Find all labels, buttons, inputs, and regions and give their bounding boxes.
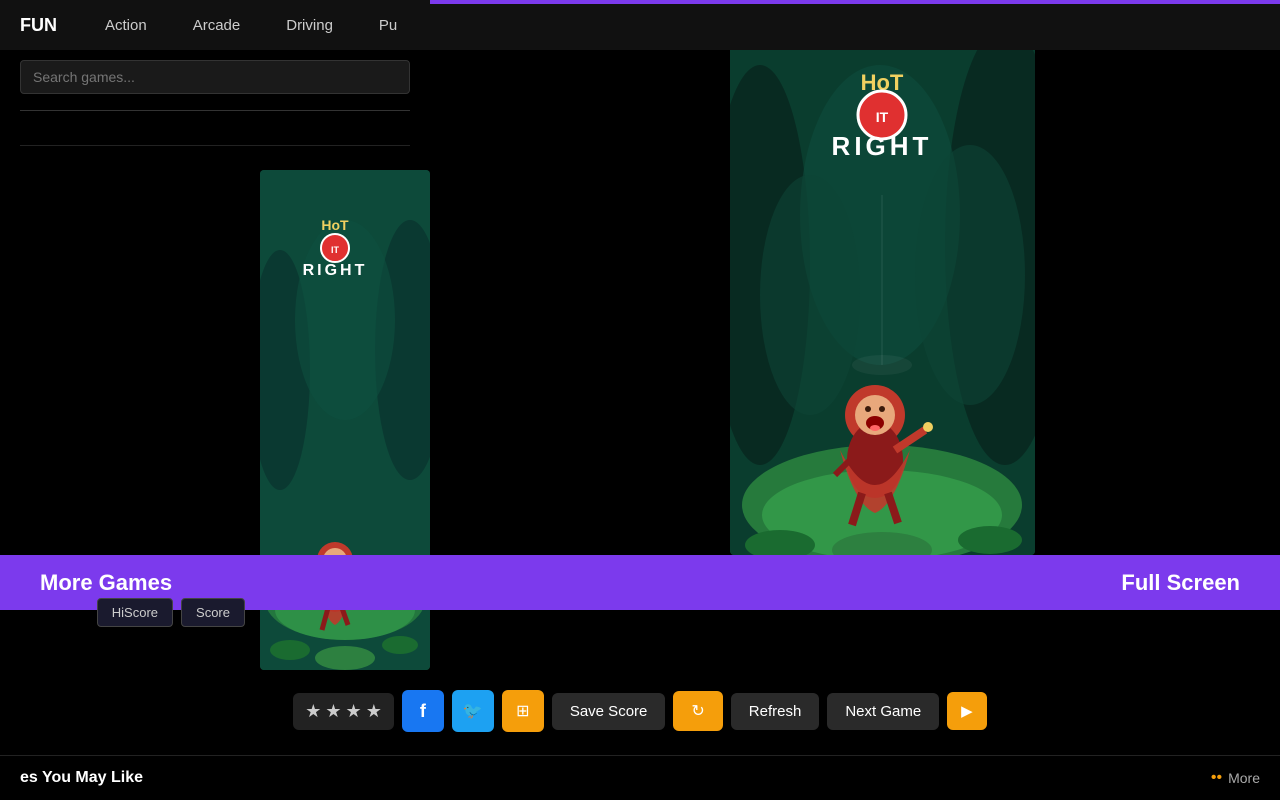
facebook-icon: f bbox=[420, 701, 426, 722]
divider-2 bbox=[20, 145, 410, 146]
facebook-button[interactable]: f bbox=[402, 690, 444, 732]
score-pill-1: HiScore bbox=[97, 598, 173, 627]
score-icon-button[interactable]: ⊞ bbox=[502, 690, 544, 732]
search-area bbox=[0, 50, 430, 104]
svg-text:HoT: HoT bbox=[861, 70, 904, 95]
full-screen-label: Full Screen bbox=[1121, 570, 1240, 596]
twitter-button[interactable]: 🐦 bbox=[452, 690, 494, 732]
refresh-icon-button[interactable]: ↻ bbox=[673, 691, 722, 731]
refresh-icon: ↻ bbox=[691, 701, 704, 721]
more-link[interactable]: •• More bbox=[1211, 769, 1260, 787]
nav-item-puzzle[interactable]: Pu bbox=[371, 12, 405, 39]
more-games-label: More Games bbox=[40, 570, 172, 596]
svg-text:IT: IT bbox=[876, 109, 889, 125]
search-input[interactable] bbox=[20, 60, 410, 94]
refresh-button[interactable]: Refresh bbox=[731, 693, 820, 730]
next-game-label: Next Game bbox=[845, 703, 921, 720]
stars-rating[interactable]: ★ ★ ★ ★ bbox=[293, 693, 394, 730]
twitter-icon: 🐦 bbox=[463, 701, 483, 721]
brand-logo: FUN bbox=[20, 15, 57, 36]
refresh-label: Refresh bbox=[749, 703, 802, 720]
score-pill-2: Score bbox=[181, 598, 245, 627]
top-accent-bar bbox=[430, 0, 1280, 4]
svg-text:HoT: HoT bbox=[321, 217, 349, 233]
divider-1 bbox=[20, 110, 410, 111]
more-dots-icon: •• bbox=[1211, 769, 1222, 787]
star-3[interactable]: ★ bbox=[346, 701, 362, 722]
nav-item-arcade[interactable]: Arcade bbox=[185, 12, 249, 39]
star-4[interactable]: ★ bbox=[366, 701, 382, 722]
may-like-text: es You May Like bbox=[20, 769, 143, 787]
svg-text:RIGHT: RIGHT bbox=[303, 262, 368, 279]
game-preview-large[interactable]: HoT IT RIGHT bbox=[730, 15, 1035, 555]
nav-item-driving[interactable]: Driving bbox=[278, 12, 341, 39]
next-arrow-icon: ▶ bbox=[961, 702, 973, 720]
svg-text:IT: IT bbox=[331, 245, 340, 255]
action-bar: ★ ★ ★ ★ f 🐦 ⊞ Save Score ↻ Refresh Next … bbox=[0, 680, 1280, 742]
next-game-button[interactable]: Next Game bbox=[827, 693, 939, 730]
star-1[interactable]: ★ bbox=[305, 701, 321, 722]
svg-text:RIGHT: RIGHT bbox=[832, 131, 933, 161]
star-2[interactable]: ★ bbox=[325, 701, 341, 722]
next-game-arrow-button[interactable]: ▶ bbox=[947, 692, 987, 730]
navbar: FUN Action Arcade Driving Pu bbox=[0, 0, 1280, 50]
more-label: More bbox=[1228, 770, 1260, 786]
bottom-section: es You May Like •• More bbox=[0, 755, 1280, 800]
save-score-label: Save Score bbox=[570, 703, 648, 720]
score-area: HiScore Score bbox=[97, 598, 245, 627]
score-icon: ⊞ bbox=[516, 701, 529, 721]
save-score-button[interactable]: Save Score bbox=[552, 693, 666, 730]
nav-item-action[interactable]: Action bbox=[97, 12, 155, 39]
